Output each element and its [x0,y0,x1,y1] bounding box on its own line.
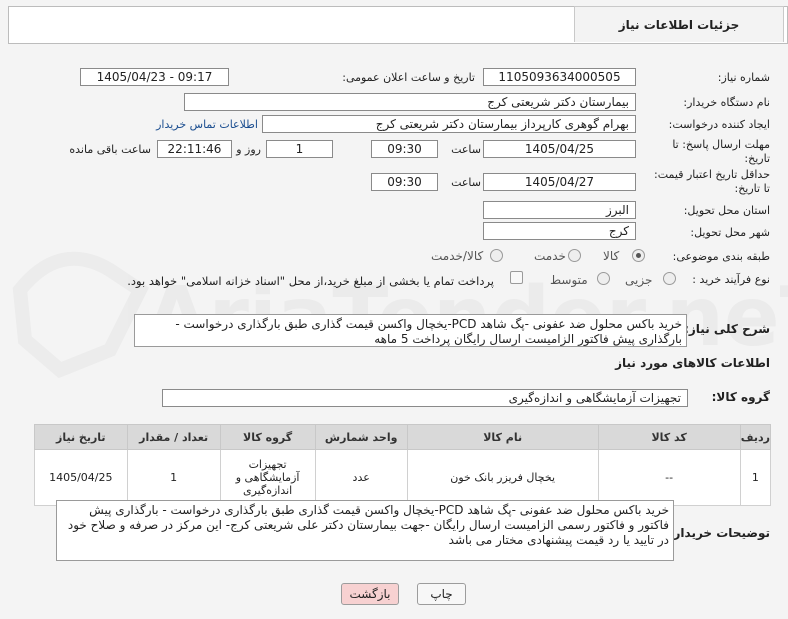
province-label: استان محل تحویل: [683,204,770,217]
cell-unit: عدد [314,449,408,506]
cell-quantity: 1 [126,449,221,506]
col-row: ردیف [739,424,772,450]
category-label: طبقه بندی موضوعی: [672,250,770,263]
table-header-row: تاریخ نیاز تعداد / مقدار گروه کالا واحد … [34,424,772,450]
col-unit: واحد شمارش [314,424,408,450]
validity-date-field[interactable]: 1405/04/27 [483,173,636,191]
city-label: شهر محل تحویل: [690,226,770,239]
creator-field[interactable]: بهرام گوهری کارپرداز بیمارستان دکتر شریع… [262,115,636,133]
need-number-field[interactable]: 1105093634000505 [483,68,636,86]
cell-need-date: 1405/04/25 [34,449,128,506]
treasury-payment-note: پرداخت تمام یا بخشی از مبلغ خرید،از محل … [127,274,494,288]
process-radio-minor[interactable] [663,272,676,285]
cell-group: تجهیزات آزمایشگاهی و اندازه‌گیری [219,449,316,506]
category-option-service: خدمت [534,249,566,263]
announce-label: تاریخ و ساعت اعلان عمومی: [342,71,475,84]
goods-table: تاریخ نیاز تعداد / مقدار گروه کالا واحد … [34,424,772,506]
summary-text: خرید باکس محلول ضد عفونی -پگ شاهد PCD-یخ… [134,314,687,347]
creator-label: ایجاد کننده درخواست: [668,118,770,131]
col-code: کد کالا [597,424,741,450]
treasury-payment-checkbox[interactable] [510,271,523,284]
process-radio-medium[interactable] [597,272,610,285]
reply-date-field[interactable]: 1405/04/25 [483,140,636,158]
category-radio-service[interactable] [568,249,581,262]
price-validity-label-2: تا تاریخ: [734,182,770,195]
cell-code: -- [597,449,741,506]
back-button[interactable]: بازگشت [341,583,399,605]
need-number-label: شماره نیاز: [717,71,770,84]
process-label: نوع فرآیند خرید : [692,273,770,286]
col-quantity: تعداد / مقدار [126,424,221,450]
goods-group-label: گروه کالا: [711,390,770,404]
price-validity-label: حداقل تاریخ اعتبار قیمت: [654,168,770,181]
validity-time-label: ساعت [451,176,481,189]
contact-buyer-link[interactable]: اطلاعات تماس خریدار [156,118,258,131]
col-name: نام کالا [406,424,599,450]
category-option-goods: کالا [603,249,620,263]
print-button[interactable]: چاپ [417,583,466,605]
announce-field[interactable]: 1405/04/23 - 09:17 [80,68,229,86]
col-group: گروه کالا [219,424,316,450]
reply-time-label: ساعت [451,143,481,156]
buyer-org-field[interactable]: بیمارستان دکتر شریعتی کرج [184,93,636,111]
process-option-minor: جزیی [625,273,653,287]
table-row[interactable]: 1405/04/25 1 تجهیزات آزمایشگاهی و اندازه… [34,449,772,506]
buyer-notes-label: توضیحات خریدار: [668,526,770,540]
days-field[interactable]: 1 [266,140,333,158]
category-option-both: کالا/خدمت [431,249,484,263]
remaining-time-field[interactable]: 22:11:46 [157,140,232,158]
reply-time-field[interactable]: 09:30 [371,140,438,158]
reply-deadline-label: مهلت ارسال پاسخ: تا [672,138,770,151]
city-field[interactable]: کرج [483,222,636,240]
process-option-medium: متوسط [550,273,588,287]
goods-group-field[interactable]: تجهیزات آزمایشگاهی و اندازه‌گیری [162,389,688,407]
remaining-time-label: ساعت باقی مانده [69,143,151,156]
buyer-notes-text: خرید باکس محلول ضد عفونی -پگ شاهد PCD-یخ… [56,500,674,561]
days-label: روز و [236,143,261,156]
col-need-date: تاریخ نیاز [34,424,128,450]
buyer-org-label: نام دستگاه خریدار: [683,96,770,109]
cell-row: 1 [739,449,772,506]
validity-time-field[interactable]: 09:30 [371,173,438,191]
cell-name: یخچال فریزر بانک خون [406,449,599,506]
summary-label: شرح کلی نیاز: [684,322,770,336]
category-radio-both[interactable] [490,249,503,262]
category-radio-goods[interactable] [632,249,645,262]
province-field[interactable]: البرز [483,201,636,219]
goods-info-title: اطلاعات کالاهای مورد نیاز [615,356,770,370]
page-title: جزئیات اطلاعات نیاز [574,6,784,42]
reply-deadline-label-2: تاریخ: [744,152,770,165]
